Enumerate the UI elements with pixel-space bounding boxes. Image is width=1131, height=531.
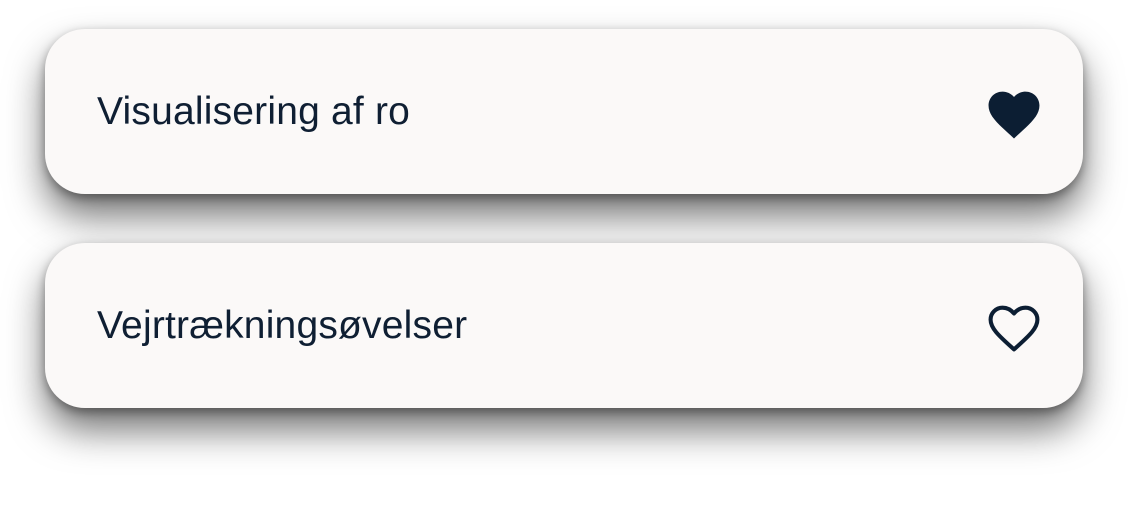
favorite-button[interactable] [982,80,1046,144]
favorite-button[interactable] [982,294,1046,358]
list-item-visualisering[interactable]: Visualisering af ro [45,29,1083,194]
list-item-vejrtraekning[interactable]: Vejrtrækningsøvelser [45,243,1083,408]
list-item-label: Visualisering af ro [97,90,411,133]
list-item-label: Vejrtrækningsøvelser [97,304,468,347]
heart-filled-icon [988,91,1040,138]
heart-outline-icon [988,305,1040,351]
